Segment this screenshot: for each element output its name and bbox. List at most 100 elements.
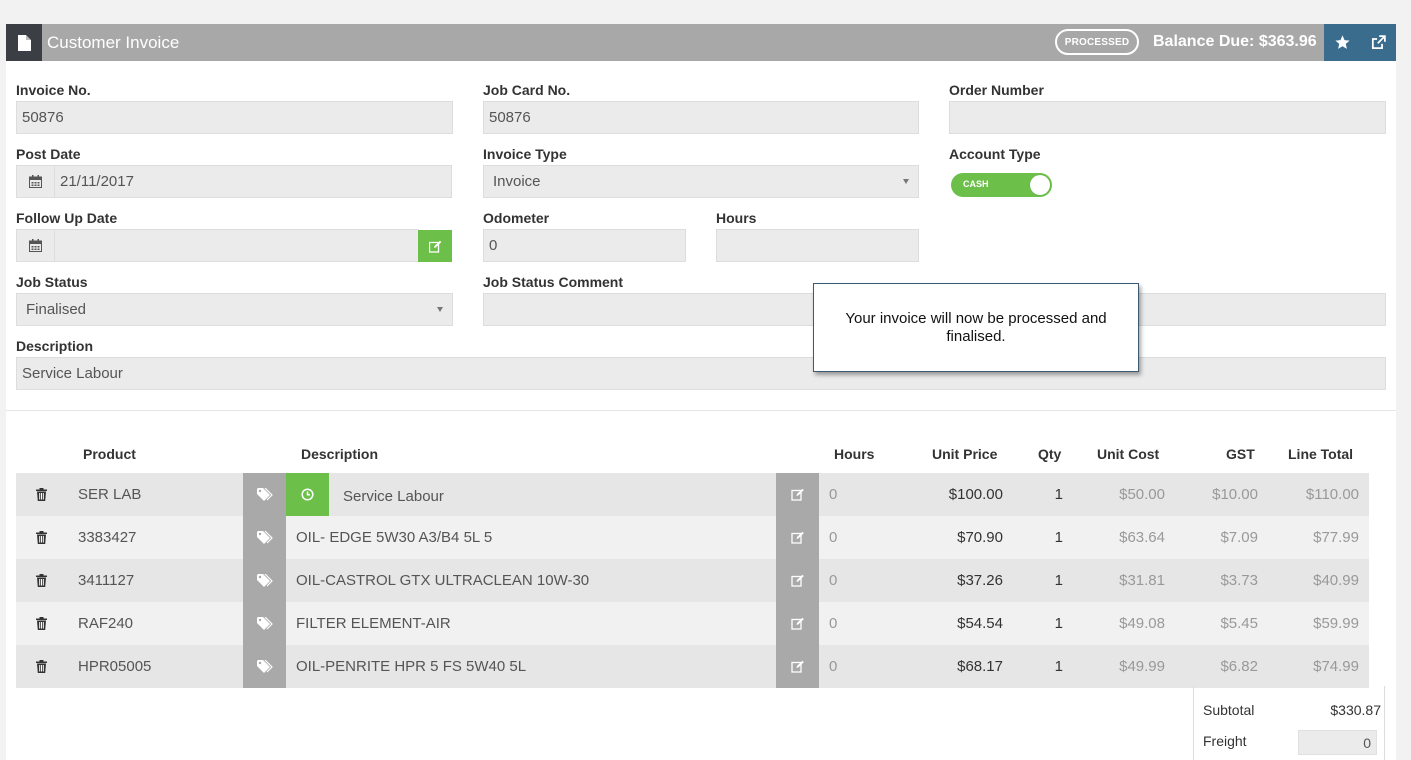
table-row: SER LAB Service Labour 0 $100.00 1 $50.00 $10.… — [16, 473, 1369, 516]
line-unit-cost: $49.99 — [1119, 658, 1165, 675]
product-tag-button[interactable] — [243, 473, 286, 516]
invoice-no-field[interactable]: 50876 — [16, 101, 453, 134]
trash-icon — [35, 574, 47, 587]
table-row: 3383427 OIL- EDGE 5W30 A3/B4 5L 5 0 $70.90 1… — [16, 516, 1369, 559]
post-date-value: 21/11/2017 — [60, 173, 134, 190]
edit-row-button[interactable] — [776, 645, 819, 688]
delete-row-button[interactable] — [16, 516, 66, 559]
order-number-label: Order Number — [949, 82, 1044, 98]
line-qty: 1 — [1054, 529, 1063, 546]
product-tag-button[interactable] — [243, 559, 286, 602]
col-header-unit-price: Unit Price — [932, 446, 998, 462]
edit-row-button[interactable] — [776, 516, 819, 559]
line-unit-cost: $63.64 — [1119, 529, 1165, 546]
hours-field[interactable] — [716, 229, 919, 262]
line-unit-price: $70.90 — [957, 529, 1003, 546]
table-row: 3411127 OIL-CASTROL GTX ULTRACLEAN 10W-30… — [16, 559, 1369, 602]
line-description: OIL-CASTROL GTX ULTRACLEAN 10W-30 — [296, 572, 590, 589]
labour-clock-button[interactable] — [286, 473, 329, 516]
delete-row-button[interactable] — [16, 473, 66, 516]
col-header-gst: GST — [1226, 446, 1255, 462]
favorite-button[interactable] — [1324, 24, 1360, 61]
table-row: HPR05005 OIL-PENRITE HPR 5 FS 5W40 5L 0 $68… — [16, 645, 1369, 688]
line-qty: 1 — [1054, 572, 1063, 589]
col-header-unit-cost: Unit Cost — [1097, 446, 1160, 462]
edit-row-button[interactable] — [776, 602, 819, 645]
line-qty: 1 — [1054, 486, 1063, 503]
line-hours: 0 — [829, 615, 838, 632]
open-external-button[interactable] — [1360, 24, 1396, 61]
account-type-value: CASH — [963, 179, 989, 189]
col-header-qty: Qty — [1038, 446, 1062, 462]
freight-field[interactable]: 0 — [1298, 730, 1377, 755]
post-date-field[interactable]: 21/11/2017 — [16, 165, 452, 198]
edit-icon — [428, 240, 441, 253]
job-status-select[interactable]: Finalised — [16, 293, 453, 326]
account-type-toggle[interactable]: CASH — [951, 173, 1052, 197]
invoice-type-value: Invoice — [493, 173, 541, 190]
delete-row-button[interactable] — [16, 645, 66, 688]
odometer-label: Odometer — [483, 210, 550, 226]
job-card-no-field[interactable]: 50876 — [483, 101, 919, 134]
section-divider — [6, 410, 1396, 411]
follow-up-edit-button[interactable] — [418, 230, 452, 262]
line-total: $40.99 — [1313, 572, 1359, 589]
line-description: Service Labour — [343, 488, 444, 505]
job-status-label: Job Status — [16, 274, 88, 290]
line-total: $74.99 — [1313, 658, 1359, 675]
col-header-product: Product — [83, 446, 136, 462]
line-qty: 1 — [1054, 615, 1063, 632]
status-badge: PROCESSED — [1055, 29, 1139, 55]
delete-row-button[interactable] — [16, 602, 66, 645]
invoice-type-select[interactable]: Invoice — [483, 165, 919, 198]
product-tag-button[interactable] — [243, 516, 286, 559]
order-number-field[interactable] — [949, 101, 1386, 134]
line-gst: $10.00 — [1212, 486, 1258, 503]
line-gst: $5.45 — [1220, 615, 1258, 632]
panel-header: Customer Invoice PROCESSED Balance Due: … — [6, 24, 1396, 61]
calendar-icon — [17, 166, 55, 197]
line-unit-cost: $31.81 — [1119, 572, 1165, 589]
star-icon — [1334, 35, 1350, 49]
line-gst: $7.09 — [1220, 529, 1258, 546]
invoice-no-label: Invoice No. — [16, 82, 91, 98]
line-unit-price: $37.26 — [957, 572, 1003, 589]
description-field[interactable]: Service Labour — [16, 357, 1386, 390]
line-total: $110.00 — [1305, 486, 1359, 503]
delete-row-button[interactable] — [16, 559, 66, 602]
post-date-label: Post Date — [16, 146, 81, 162]
line-total: $59.99 — [1313, 615, 1359, 632]
page-title: Customer Invoice — [47, 33, 180, 52]
tooltip-text: Your invoice will now be processed and f… — [845, 309, 1107, 345]
subtotal-value: $330.87 — [1330, 702, 1381, 718]
freight-label: Freight — [1203, 733, 1247, 749]
product-tag-button[interactable] — [243, 645, 286, 688]
invoice-panel: Customer Invoice PROCESSED Balance Due: … — [6, 24, 1396, 760]
invoice-type-label: Invoice Type — [483, 146, 567, 162]
follow-up-date-field[interactable] — [16, 229, 419, 262]
trash-icon — [35, 660, 47, 673]
trash-icon — [35, 617, 47, 630]
line-description: OIL- EDGE 5W30 A3/B4 5L 5 — [296, 529, 493, 546]
toggle-knob — [1030, 175, 1050, 195]
line-total: $77.99 — [1313, 529, 1359, 546]
job-status-comment-label: Job Status Comment — [483, 274, 624, 290]
edit-row-button[interactable] — [776, 559, 819, 602]
line-hours: 0 — [829, 572, 838, 589]
edit-icon — [790, 488, 805, 501]
tag-icon — [256, 488, 273, 501]
calendar-icon — [17, 230, 55, 261]
edit-icon — [790, 617, 805, 630]
col-header-line-total: Line Total — [1288, 446, 1354, 462]
tag-icon — [256, 660, 273, 673]
process-tooltip: Your invoice will now be processed and f… — [813, 283, 1139, 372]
product-tag-button[interactable] — [243, 602, 286, 645]
description-label: Description — [16, 338, 94, 354]
product-code: SER LAB — [78, 486, 142, 503]
product-code: 3411127 — [78, 572, 135, 589]
odometer-field[interactable]: 0 — [483, 229, 686, 262]
edit-row-button[interactable] — [776, 473, 819, 516]
caret-down-icon — [437, 307, 443, 312]
hours-label: Hours — [716, 210, 757, 226]
clock-icon — [301, 488, 314, 501]
